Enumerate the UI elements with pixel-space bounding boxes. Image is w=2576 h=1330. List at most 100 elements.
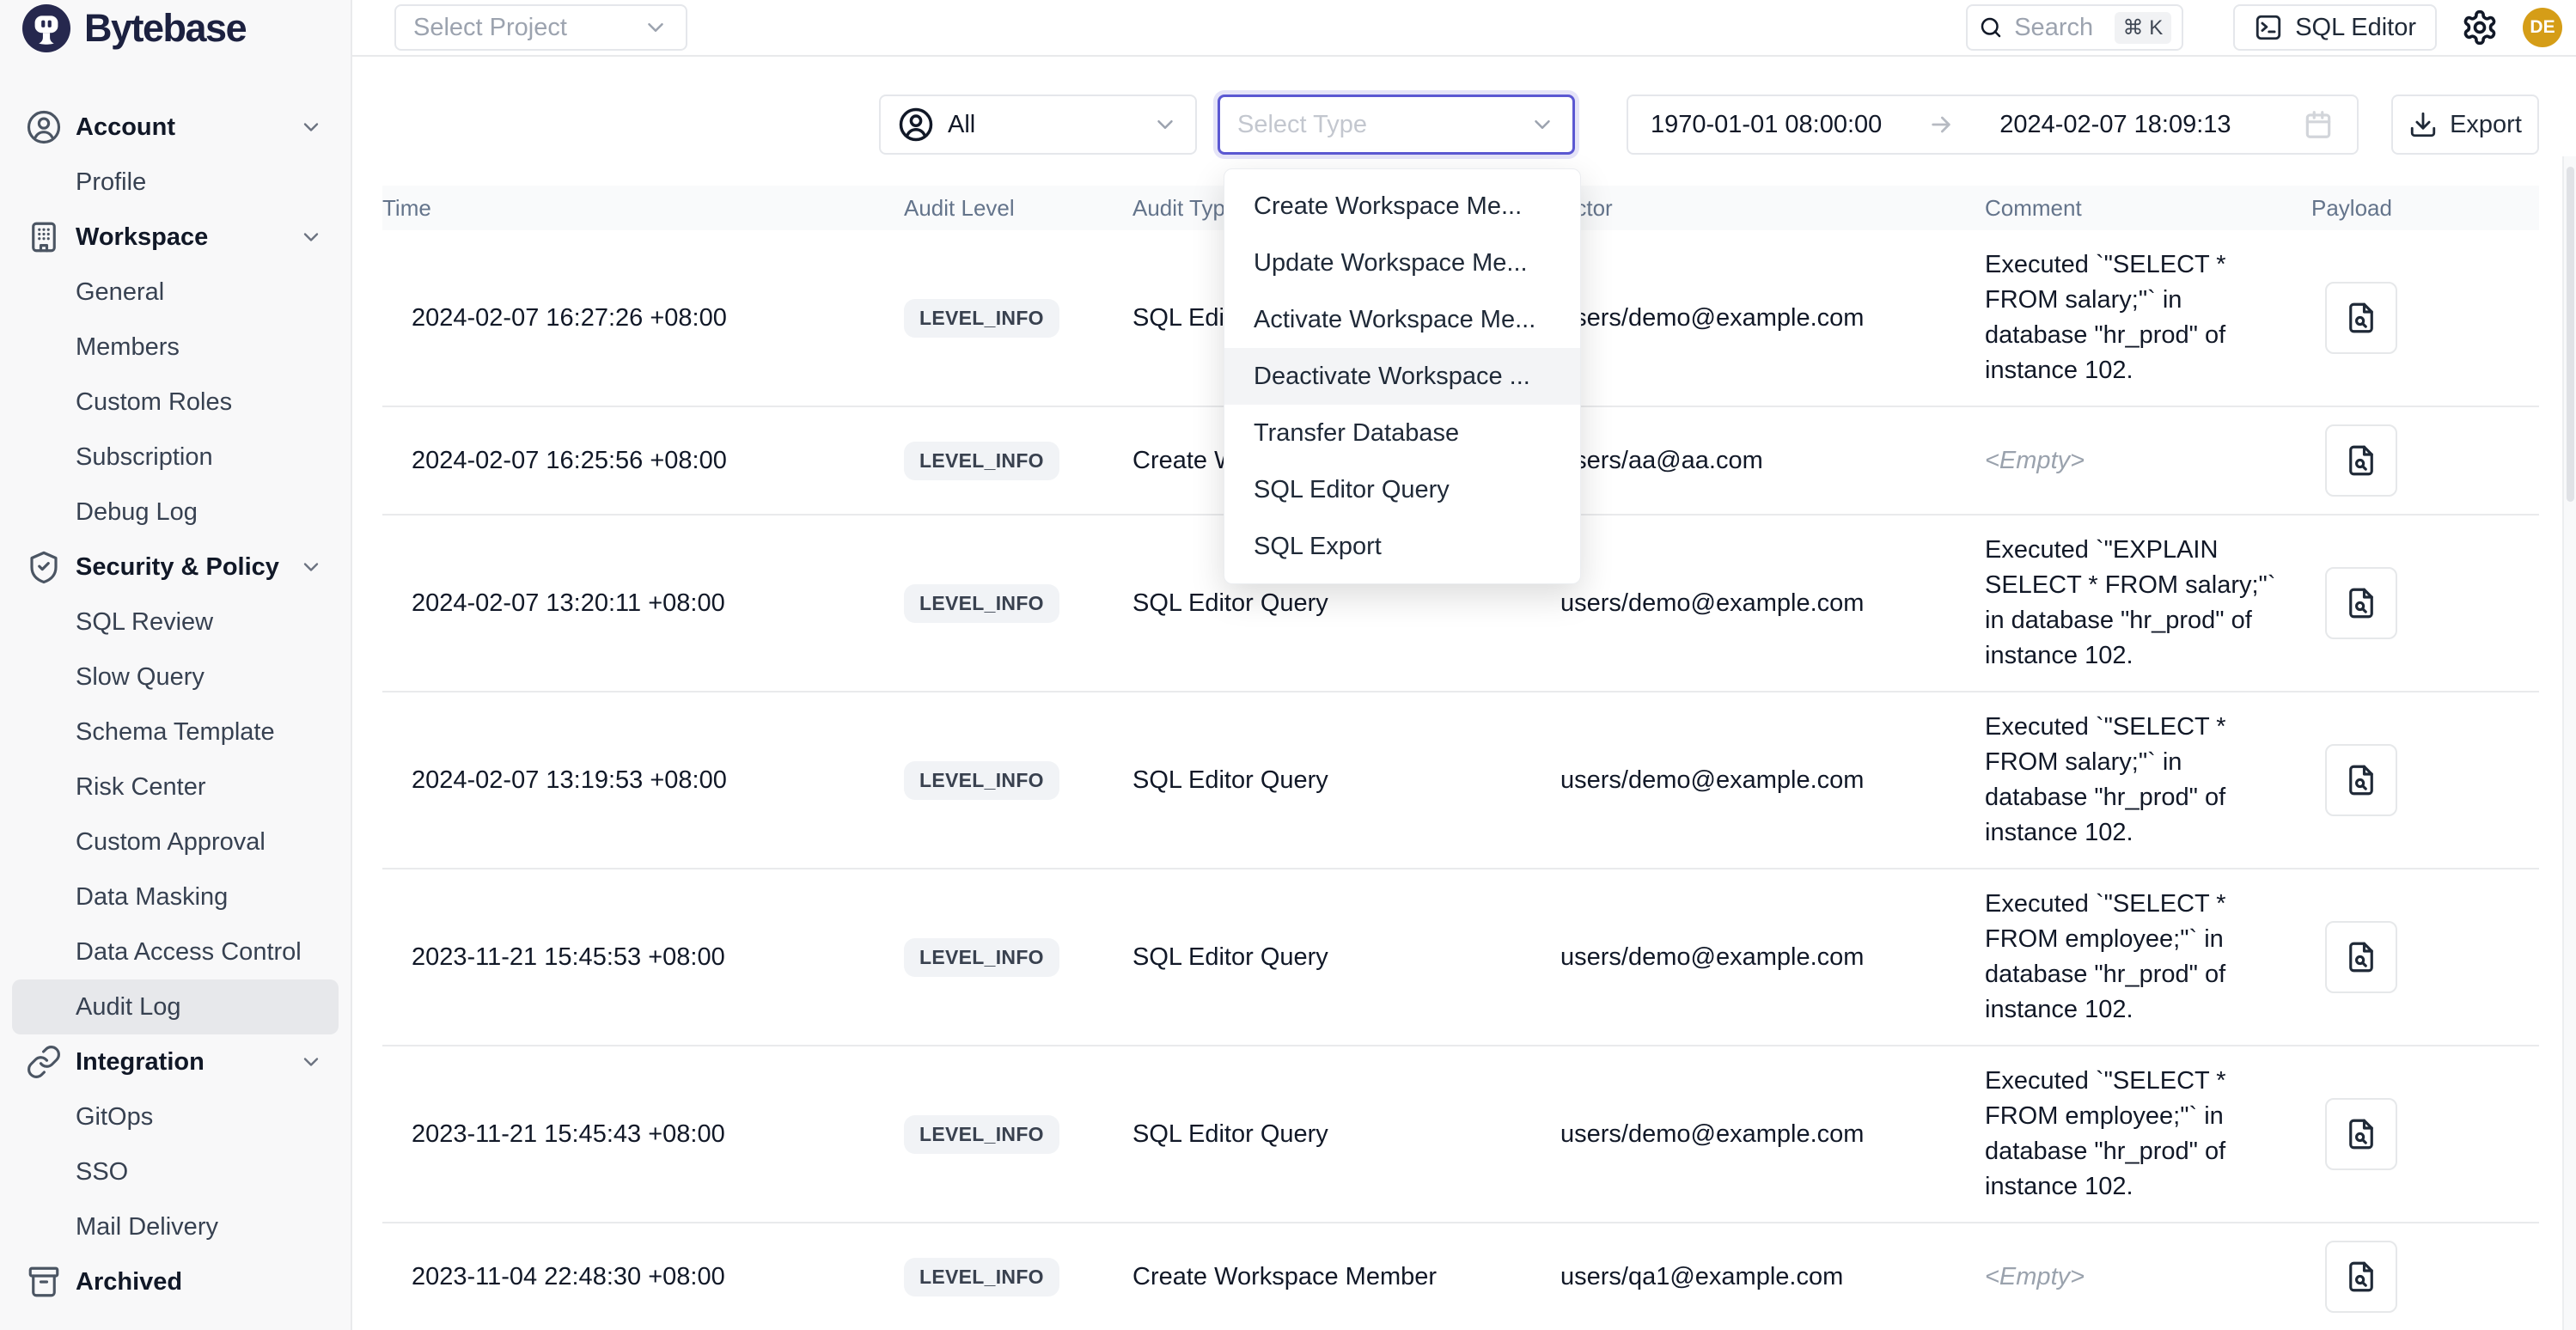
cell-actor: users/aa@aa.com (1560, 447, 1985, 475)
sidebar-section-integration[interactable]: Integration (12, 1034, 339, 1089)
view-payload-button[interactable] (2325, 282, 2397, 354)
sidebar-section-workspace[interactable]: Workspace (12, 210, 339, 265)
date-range-picker[interactable]: 1970-01-01 08:00:00 2024-02-07 18:09:13 (1627, 95, 2359, 155)
project-select-placeholder: Select Project (413, 14, 567, 42)
sidebar-item-custom-roles[interactable]: Custom Roles (12, 375, 339, 430)
view-payload-button[interactable] (2325, 424, 2397, 497)
sidebar-item-slow-query[interactable]: Slow Query (12, 650, 339, 705)
search-input[interactable]: Search ⌘ K (1966, 4, 2183, 51)
user-circle-icon (898, 107, 934, 143)
file-search-icon (2343, 1259, 2379, 1295)
sidebar-label: Workspace (76, 223, 208, 252)
cell-time: 2024-02-07 16:27:26 +08:00 (382, 304, 904, 332)
sidebar-label: Data Access Control (76, 938, 302, 967)
scrollbar-thumb[interactable] (2567, 167, 2574, 502)
cell-audit-type: SQL Editor Query (1132, 589, 1560, 618)
brand-name: Bytebase (84, 6, 246, 51)
cell-actor: users/demo@example.com (1560, 943, 1985, 972)
table-row: 2023-11-21 15:45:43 +08:00LEVEL_INFOSQL … (382, 1046, 2539, 1223)
sql-editor-label: SQL Editor (2295, 14, 2416, 42)
dropdown-option-update-workspace-me[interactable]: Update Workspace Me... (1224, 235, 1580, 291)
avatar[interactable]: DE (2523, 8, 2562, 47)
sidebar-label: Risk Center (76, 773, 206, 802)
cell-time: 2023-11-04 22:48:30 +08:00 (382, 1263, 904, 1291)
sidebar-item-mail-delivery[interactable]: Mail Delivery (12, 1199, 339, 1254)
level-badge: LEVEL_INFO (904, 1258, 1059, 1296)
level-badge: LEVEL_INFO (904, 761, 1059, 800)
sidebar: Bytebase AccountProfileWorkspaceGeneralM… (0, 0, 352, 1330)
sidebar-label: Archived (76, 1268, 182, 1296)
sidebar-item-audit-log[interactable]: Audit Log (12, 979, 339, 1034)
sidebar-item-custom-approval[interactable]: Custom Approval (12, 814, 339, 869)
main-area: Select Project Search ⌘ K SQL (352, 0, 2576, 1330)
column-header-audit-level: Audit Level (904, 195, 1132, 222)
dropdown-option-sql-editor-query[interactable]: SQL Editor Query (1224, 461, 1580, 518)
sidebar-item-profile[interactable]: Profile (12, 155, 339, 210)
chevron-down-icon (299, 1050, 323, 1074)
cell-payload (2311, 744, 2539, 816)
column-header-payload: Payload (2311, 195, 2539, 222)
filter-bar: All Select Type 1970-01-01 08:00:00 (382, 95, 2539, 155)
dropdown-option-activate-workspace-me[interactable]: Activate Workspace Me... (1224, 291, 1580, 348)
gear-icon[interactable] (2461, 9, 2499, 46)
sidebar-section-account[interactable]: Account (12, 100, 339, 155)
sidebar-item-risk-center[interactable]: Risk Center (12, 760, 339, 814)
cell-payload (2311, 1241, 2539, 1313)
chevron-down-icon (1152, 112, 1178, 137)
cell-time: 2023-11-21 15:45:43 +08:00 (382, 1120, 904, 1149)
cell-actor: users/demo@example.com (1560, 1120, 1985, 1149)
sidebar-item-members[interactable]: Members (12, 320, 339, 375)
cell-comment: Executed `"SELECT * FROM employee;"` in … (1985, 1064, 2311, 1205)
search-placeholder: Search (2014, 14, 2103, 42)
date-to: 2024-02-07 18:09:13 (1999, 111, 2231, 139)
bytebase-logo-icon (22, 4, 70, 52)
sidebar-item-sql-review[interactable]: SQL Review (12, 595, 339, 650)
table-row: 2024-02-07 13:19:53 +08:00LEVEL_INFO SQL … (382, 692, 2539, 869)
view-payload-button[interactable] (2325, 1098, 2397, 1170)
view-payload-button[interactable] (2325, 567, 2397, 639)
sidebar-section-archived[interactable]: Archived (12, 1254, 339, 1309)
topbar: Select Project Search ⌘ K SQL (352, 0, 2576, 57)
sidebar-item-schema-template[interactable]: Schema Template (12, 705, 339, 760)
sidebar-item-gitops[interactable]: GitOps (12, 1089, 339, 1144)
view-payload-button[interactable] (2325, 744, 2397, 816)
type-filter-select[interactable]: Select Type (1218, 95, 1575, 155)
type-filter-dropdown-menu: Create Workspace Me...Update Workspace M… (1224, 168, 1581, 584)
sidebar-nav: AccountProfile Workspace GeneralMembers Cus… (0, 57, 351, 1309)
actor-filter-select[interactable]: All (879, 95, 1197, 155)
dropdown-option-create-workspace-me[interactable]: Create Workspace Me... (1224, 178, 1580, 235)
cell-audit-level: LEVEL_INFO (904, 1115, 1132, 1154)
cell-payload (2311, 282, 2539, 354)
brand-logo[interactable]: Bytebase (0, 0, 351, 57)
shield-icon (26, 549, 62, 585)
search-shortcut-badge: ⌘ K (2115, 12, 2172, 44)
cell-audit-type: SQL Editor Query (1132, 943, 1560, 972)
sidebar-item-general[interactable]: General (12, 265, 339, 320)
view-payload-button[interactable] (2325, 1241, 2397, 1313)
chevron-down-icon (1529, 112, 1555, 137)
sql-editor-button[interactable]: SQL Editor (2233, 4, 2437, 51)
cell-audit-level: LEVEL_INFO (904, 442, 1132, 480)
sidebar-item-data-access-control[interactable]: Data Access Control (12, 924, 339, 979)
file-search-icon (2343, 762, 2379, 798)
dropdown-option-sql-export[interactable]: SQL Export (1224, 518, 1580, 575)
cell-audit-type: SQL Editor Query (1132, 766, 1560, 795)
sidebar-item-data-masking[interactable]: Data Masking (12, 869, 339, 924)
cell-comment: <Empty> (1985, 1260, 2311, 1295)
export-button[interactable]: Export (2391, 95, 2539, 155)
sidebar-item-debug-log[interactable]: Debug Log (12, 485, 339, 540)
cell-payload (2311, 424, 2539, 497)
cell-audit-level: LEVEL_INFO (904, 299, 1132, 338)
cell-audit-level: LEVEL_INFO (904, 761, 1132, 800)
sidebar-section-security-policy[interactable]: Security & Policy (12, 540, 339, 595)
chevron-down-icon (299, 115, 323, 139)
cell-time: 2024-02-07 13:19:53 +08:00 (382, 766, 904, 795)
view-payload-button[interactable] (2325, 921, 2397, 993)
dropdown-option-deactivate-workspace[interactable]: Deactivate Workspace ... (1224, 348, 1580, 405)
sidebar-item-sso[interactable]: SSO (12, 1144, 339, 1199)
project-select[interactable]: Select Project (394, 4, 687, 51)
sidebar-label: Custom Roles (76, 388, 232, 417)
sidebar-item-subscription[interactable]: Subscription (12, 430, 339, 485)
dropdown-option-transfer-database[interactable]: Transfer Database (1224, 405, 1580, 461)
scrollbar[interactable] (2562, 156, 2576, 1330)
